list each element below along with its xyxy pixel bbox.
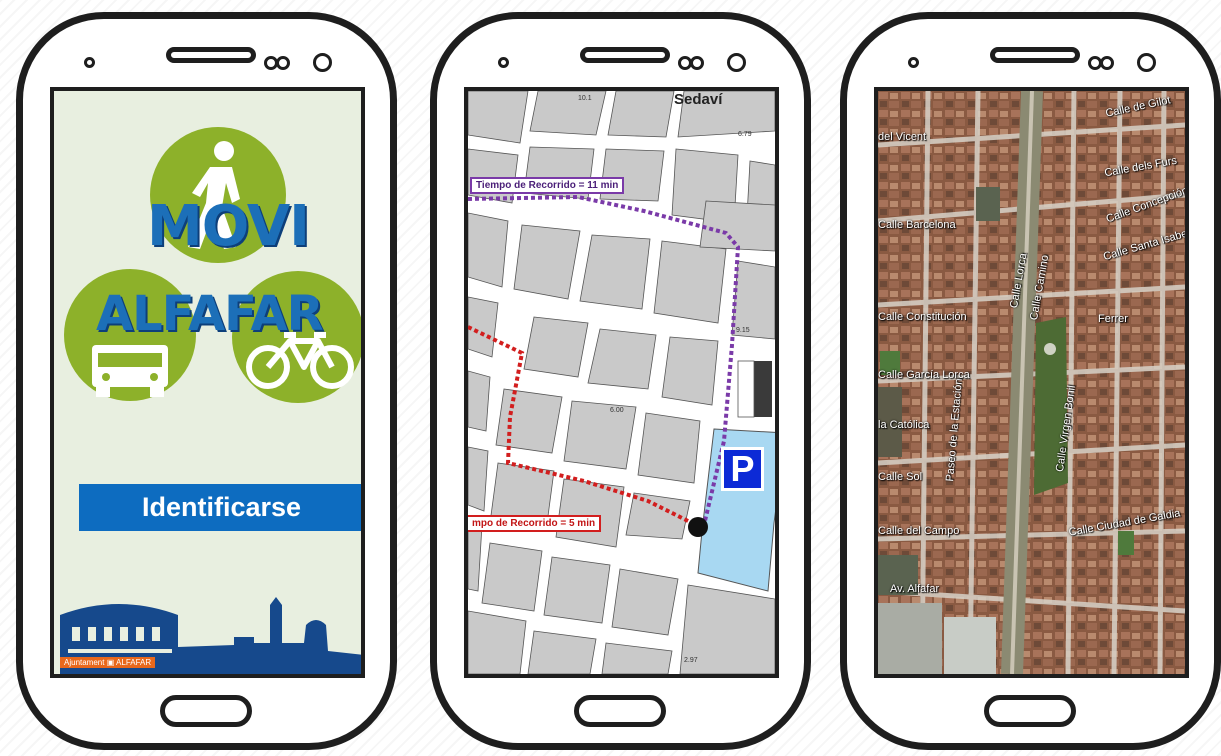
logo-movi: MOVI bbox=[147, 194, 310, 259]
identify-button[interactable]: Identificarse bbox=[79, 484, 361, 531]
phone-route-map: Sedaví Tiempo de Recorrido = 11 min mpo … bbox=[430, 12, 811, 750]
camera-lens-icon bbox=[1137, 53, 1156, 72]
phone-satellite-map: Calle de Gilot del Vicent Calle dels Fur… bbox=[840, 12, 1221, 750]
camera-lens-icon bbox=[727, 53, 746, 72]
town-label: Sedaví bbox=[674, 91, 723, 108]
front-camera-icon bbox=[84, 57, 95, 68]
street-label: Ferrer bbox=[1098, 313, 1128, 325]
ayuntamiento-label: Ajuntament ▣ ALFAFAR bbox=[60, 657, 156, 668]
bus-icon bbox=[92, 345, 168, 397]
parking-sign: P bbox=[721, 447, 764, 491]
phone-login: MOVI ALFAFAR Identificarse Ajuntament ▣ … bbox=[16, 12, 397, 750]
map-number: 2.97 bbox=[684, 657, 698, 664]
street-label: Calle Barcelona bbox=[878, 219, 956, 231]
camera-lens-icon bbox=[313, 53, 332, 72]
sensor-right-icon bbox=[276, 56, 290, 70]
logo-alfafar: ALFAFAR bbox=[96, 286, 324, 342]
street-label: del Vicent bbox=[878, 131, 927, 143]
speaker-grille bbox=[580, 47, 670, 63]
map-number: 6.79 bbox=[738, 131, 752, 138]
map-number: 10.1 bbox=[578, 95, 592, 102]
street-label: Calle García Lorca bbox=[878, 369, 970, 381]
street-label: Av. Alfafar bbox=[890, 583, 940, 595]
map-number: 9.15 bbox=[736, 327, 750, 334]
street-label: la Católica bbox=[878, 419, 930, 431]
sensor-right-icon bbox=[1100, 56, 1114, 70]
login-screen: MOVI ALFAFAR Identificarse Ajuntament ▣ … bbox=[50, 87, 365, 678]
speaker-grille bbox=[166, 47, 256, 63]
street-label: Calle del Campo bbox=[878, 525, 960, 537]
satellite-map-screen[interactable]: Calle de Gilot del Vicent Calle dels Fur… bbox=[874, 87, 1189, 678]
home-button[interactable] bbox=[160, 695, 252, 727]
home-button[interactable] bbox=[574, 695, 666, 727]
destination-marker bbox=[688, 517, 708, 537]
street-label: Calle Sol bbox=[878, 471, 923, 483]
map-number: 6.00 bbox=[610, 407, 624, 414]
sensor-right-icon bbox=[690, 56, 704, 70]
route-purple-label: Tiempo de Recorrido = 11 min bbox=[470, 177, 625, 194]
street-label: Calle Constitución bbox=[878, 311, 967, 323]
route-red-label: mpo de Recorrido = 5 min bbox=[468, 515, 602, 532]
home-button[interactable] bbox=[984, 695, 1076, 727]
speaker-grille bbox=[990, 47, 1080, 63]
front-camera-icon bbox=[908, 57, 919, 68]
route-map-screen[interactable]: Sedaví Tiempo de Recorrido = 11 min mpo … bbox=[464, 87, 779, 678]
front-camera-icon bbox=[498, 57, 509, 68]
